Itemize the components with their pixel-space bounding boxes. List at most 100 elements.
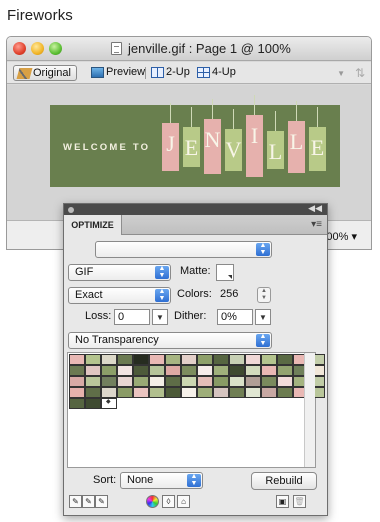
sort-select[interactable]: None ▲ ▼: [120, 472, 203, 489]
color-swatch[interactable]: [149, 376, 165, 387]
color-swatch[interactable]: [245, 387, 261, 398]
zoom-level-menu[interactable]: 00% ▾: [326, 230, 357, 243]
color-swatch[interactable]: [181, 365, 197, 376]
color-swatch[interactable]: [229, 365, 245, 376]
color-swatch[interactable]: [277, 365, 293, 376]
color-swatch[interactable]: [101, 365, 117, 376]
jenville-banner-image: WELCOME TO JENVILLE: [50, 95, 340, 187]
color-swatch[interactable]: [133, 354, 149, 365]
format-select[interactable]: GIF ▲ ▼: [68, 264, 171, 281]
color-swatch[interactable]: [69, 354, 85, 365]
panel-menu-icon[interactable]: ▾≡: [311, 219, 322, 230]
color-swatch[interactable]: [165, 354, 181, 365]
color-swatch[interactable]: [197, 354, 213, 365]
palette-select[interactable]: Exact ▲ ▼: [68, 287, 171, 304]
color-swatch[interactable]: [181, 387, 197, 398]
edit-color-transparent-icon[interactable]: ✎: [82, 495, 95, 508]
color-swatch[interactable]: [277, 387, 293, 398]
color-swatch[interactable]: [133, 365, 149, 376]
web-snap-icon[interactable]: ◊: [162, 495, 175, 508]
tab-original[interactable]: Original: [13, 65, 77, 81]
color-swatch[interactable]: [229, 387, 245, 398]
color-table-scrollbar[interactable]: [304, 353, 315, 467]
color-swatch[interactable]: [165, 376, 181, 387]
color-swatch[interactable]: [165, 365, 181, 376]
panel-titlebar[interactable]: ◀◀: [64, 203, 327, 215]
chevron-down-icon[interactable]: ▼: [337, 69, 345, 78]
color-swatch[interactable]: [213, 387, 229, 398]
color-swatch[interactable]: [197, 365, 213, 376]
lock-color-icon[interactable]: ⌂: [177, 495, 190, 508]
color-swatch[interactable]: [149, 354, 165, 365]
color-swatch[interactable]: [149, 365, 165, 376]
color-swatch[interactable]: [85, 354, 101, 365]
rebuild-button[interactable]: Rebuild: [251, 472, 317, 490]
color-swatch[interactable]: [117, 365, 133, 376]
color-swatch[interactable]: [85, 365, 101, 376]
tab-4-up[interactable]: 4-Up: [193, 65, 236, 81]
colors-field[interactable]: 256: [217, 287, 251, 303]
color-swatch[interactable]: [261, 354, 277, 365]
color-swatch[interactable]: [101, 354, 117, 365]
color-swatch[interactable]: [165, 387, 181, 398]
color-swatch[interactable]: [181, 376, 197, 387]
edit-color-icon[interactable]: ✎: [69, 495, 82, 508]
color-swatch[interactable]: [117, 354, 133, 365]
trash-icon[interactable]: 🗑: [293, 495, 306, 508]
transparency-select[interactable]: No Transparency ▲ ▼: [68, 332, 272, 349]
color-swatch[interactable]: [261, 365, 277, 376]
loss-dropdown-icon[interactable]: ▼: [152, 309, 168, 325]
color-swatch[interactable]: [261, 376, 277, 387]
close-window-button[interactable]: [13, 42, 26, 55]
color-swatch[interactable]: [69, 387, 85, 398]
color-swatch[interactable]: [277, 376, 293, 387]
color-swatch[interactable]: [69, 398, 85, 409]
tab-2-up[interactable]: 2-Up: [147, 65, 190, 81]
zoom-window-button[interactable]: [49, 42, 62, 55]
color-swatch[interactable]: [261, 387, 277, 398]
minimize-window-button[interactable]: [31, 42, 44, 55]
edit-color-snap-icon[interactable]: ✎: [95, 495, 108, 508]
colors-stepper[interactable]: ▲ ▼: [257, 287, 271, 303]
loss-field[interactable]: 0: [114, 309, 150, 325]
color-swatch[interactable]: [245, 376, 261, 387]
tab-optimize[interactable]: OPTIMIZE: [64, 215, 122, 235]
new-color-icon[interactable]: ▣: [276, 495, 289, 508]
color-swatch[interactable]: [213, 376, 229, 387]
canvas-area[interactable]: WELCOME TO JENVILLE: [7, 85, 371, 222]
color-swatch[interactable]: [245, 365, 261, 376]
panel-collapse-icon[interactable]: ◀◀: [308, 203, 322, 214]
dither-field[interactable]: 0%: [217, 309, 253, 325]
color-swatch[interactable]: [133, 387, 149, 398]
color-swatch[interactable]: [69, 376, 85, 387]
color-wheel-icon[interactable]: [146, 495, 159, 508]
color-swatch[interactable]: [181, 354, 197, 365]
color-swatch[interactable]: [85, 387, 101, 398]
color-swatch[interactable]: [85, 398, 101, 409]
color-swatch[interactable]: [213, 354, 229, 365]
color-swatch[interactable]: [245, 354, 261, 365]
color-swatch[interactable]: [213, 365, 229, 376]
color-swatch[interactable]: [133, 376, 149, 387]
color-swatch[interactable]: [69, 365, 85, 376]
sort-icon[interactable]: ⇅: [355, 66, 365, 80]
color-swatch[interactable]: [229, 376, 245, 387]
color-swatch[interactable]: [197, 387, 213, 398]
color-swatch[interactable]: [197, 376, 213, 387]
color-table[interactable]: [67, 352, 325, 468]
panel-close-icon[interactable]: [68, 207, 74, 213]
color-swatch[interactable]: [101, 387, 117, 398]
color-swatch[interactable]: [101, 376, 117, 387]
color-swatch[interactable]: [229, 354, 245, 365]
matte-color-swatch[interactable]: [216, 264, 234, 281]
color-swatch[interactable]: [117, 387, 133, 398]
tab-preview-label: Preview: [106, 66, 146, 78]
color-swatch[interactable]: [85, 376, 101, 387]
color-swatch[interactable]: [101, 398, 117, 409]
color-swatch[interactable]: [149, 387, 165, 398]
dither-dropdown-icon[interactable]: ▼: [255, 309, 271, 325]
settings-preset-select[interactable]: ▲ ▼: [95, 241, 272, 258]
color-swatch[interactable]: [277, 354, 293, 365]
tab-preview[interactable]: Preview: [87, 65, 145, 81]
color-swatch[interactable]: [117, 376, 133, 387]
